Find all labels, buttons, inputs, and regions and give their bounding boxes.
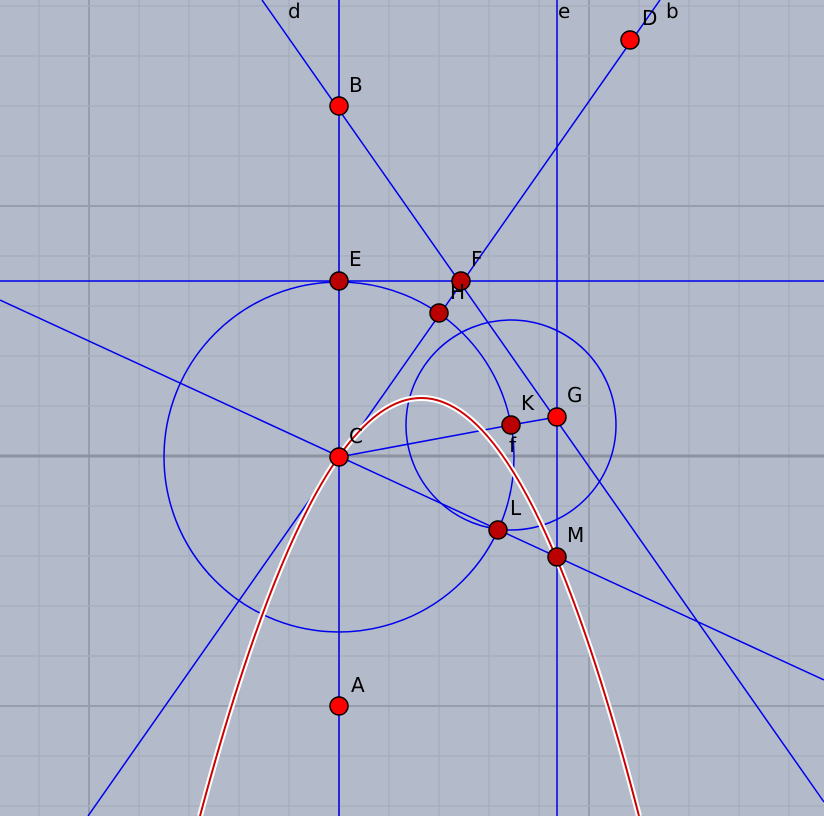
point-H-label: H (450, 280, 465, 304)
point-F-label: F (471, 247, 483, 271)
line-label-b: b (666, 0, 679, 23)
point-K-label: K (521, 391, 535, 415)
line-b-through-D-F[interactable] (87, 0, 661, 816)
construction-drawing[interactable]: d e b f A B C D E F G H K L M (0, 0, 824, 816)
point-L-label: L (510, 496, 522, 520)
point-C-marker[interactable] (329, 447, 349, 467)
point-D-marker[interactable] (620, 30, 640, 50)
point-G-label: G (567, 383, 583, 407)
parabola-locus[interactable] (197, 395, 642, 816)
point-G[interactable]: G (547, 383, 583, 427)
line-through-C-M[interactable] (0, 299, 824, 681)
point-A[interactable]: A (329, 673, 365, 716)
point-M-marker[interactable] (547, 547, 567, 567)
point-K[interactable]: K (501, 391, 535, 435)
line-label-d: d (288, 0, 301, 23)
point-K-marker[interactable] (501, 415, 521, 435)
point-C-label: C (349, 424, 363, 448)
grid (0, 0, 824, 816)
point-B-marker[interactable] (329, 96, 349, 116)
point-L-marker[interactable] (488, 520, 508, 540)
point-B-label: B (349, 73, 363, 97)
line-label-f: f (509, 433, 517, 457)
geometry-canvas[interactable]: d e b f A B C D E F G H K L M (0, 0, 824, 816)
point-L[interactable]: L (488, 496, 522, 540)
point-A-marker[interactable] (329, 696, 349, 716)
point-G-marker[interactable] (547, 407, 567, 427)
point-E-label: E (349, 247, 362, 271)
construction-lines[interactable] (0, 0, 824, 816)
point-A-label: A (351, 673, 365, 697)
point-B[interactable]: B (329, 73, 363, 116)
point-M-label: M (567, 523, 584, 547)
point-D-label: D (642, 6, 657, 30)
points[interactable]: A B C D E F G H K L M (329, 6, 657, 716)
point-E-marker[interactable] (329, 271, 349, 291)
line-label-e: e (558, 0, 570, 23)
line-labels: d e b f (288, 0, 679, 457)
point-H[interactable]: H (429, 280, 465, 323)
point-H-marker[interactable] (429, 303, 449, 323)
